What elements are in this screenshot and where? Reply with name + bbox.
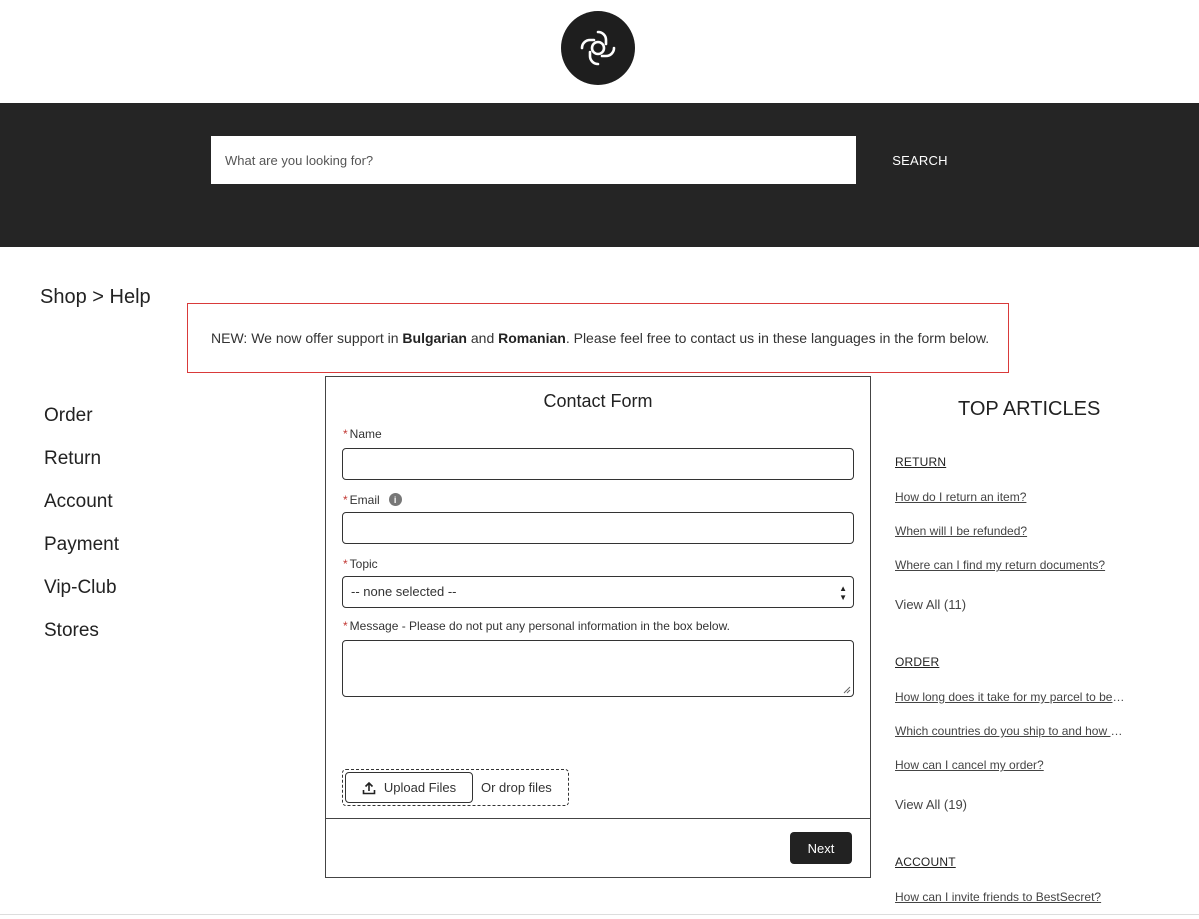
top-articles-title: TOP ARTICLES xyxy=(958,398,1101,420)
article-link[interactable]: How long does it take for my parcel to b… xyxy=(895,690,1127,704)
upload-files-button[interactable]: Upload Files xyxy=(345,772,473,803)
breadcrumb: Shop > Help xyxy=(40,286,151,308)
article-link[interactable]: When will I be refunded? xyxy=(895,524,1127,538)
resize-grip-icon[interactable] xyxy=(843,686,851,694)
message-label: * Message - Please do not put any persona… xyxy=(343,619,730,633)
notice-text: NEW: We now offer support in Bulgarian a… xyxy=(211,330,989,346)
email-field[interactable] xyxy=(342,512,854,544)
language-notice: NEW: We now offer support in Bulgarian a… xyxy=(187,303,1009,373)
upload-icon xyxy=(362,781,376,794)
contact-form-title: Contact Form xyxy=(543,391,653,411)
side-nav-item-account[interactable]: Account xyxy=(44,489,119,532)
notice-suffix: . Please feel free to contact us in thes… xyxy=(565,330,990,346)
name-label: * Name xyxy=(343,427,382,441)
search-button[interactable]: SEARCH xyxy=(884,136,956,184)
next-button[interactable]: Next xyxy=(790,832,852,864)
name-field[interactable] xyxy=(342,448,854,480)
email-label-text: Email xyxy=(349,493,380,507)
required-marker: * xyxy=(343,619,348,633)
view-all-order[interactable]: View All (19) xyxy=(895,797,967,812)
notice-middle: and xyxy=(467,330,499,346)
notice-prefix: NEW: We now offer support in xyxy=(211,330,403,346)
article-link[interactable]: How can I cancel my order? xyxy=(895,758,1127,772)
help-side-nav: Order Return Account Payment Vip-Club St… xyxy=(44,403,119,661)
topic-label: * Topic xyxy=(343,557,378,571)
info-icon[interactable]: i xyxy=(388,493,402,507)
article-link[interactable]: Where can I find my return documents? xyxy=(895,558,1127,572)
article-link[interactable]: How can I invite friends to BestSecret? xyxy=(895,890,1127,904)
side-nav-item-vip-club[interactable]: Vip-Club xyxy=(44,575,119,618)
required-marker: * xyxy=(343,427,348,441)
side-nav-item-payment[interactable]: Payment xyxy=(44,532,119,575)
article-link[interactable]: Which countries do you ship to and how m… xyxy=(895,724,1127,738)
upload-files-label: Upload Files xyxy=(383,780,457,795)
message-textarea[interactable] xyxy=(342,640,854,697)
message-label-text: Message - Please do not put any personal… xyxy=(349,619,730,633)
topic-selected-value: -- none selected -- xyxy=(351,584,457,599)
brand-knot-logo-icon xyxy=(580,30,616,66)
file-drop-zone[interactable]: Upload Files Or drop files xyxy=(342,769,569,806)
contact-form: Contact Form * Name * Email i * Topic -- non… xyxy=(325,376,871,878)
required-marker: * xyxy=(343,557,348,571)
side-nav-item-return[interactable]: Return xyxy=(44,446,119,489)
topic-select[interactable]: -- none selected -- ▲ ▼ xyxy=(342,576,854,608)
view-all-return[interactable]: View All (11) xyxy=(895,597,966,612)
logo-bar xyxy=(0,0,1199,103)
topic-label-text: Topic xyxy=(349,557,378,571)
article-link[interactable]: How do I return an item? xyxy=(895,490,1127,504)
select-arrows-icon: ▲ ▼ xyxy=(839,584,847,602)
article-category-account[interactable]: ACCOUNT xyxy=(895,855,956,869)
article-category-return[interactable]: RETURN xyxy=(895,455,946,469)
page-bottom-divider xyxy=(0,914,1199,915)
required-marker: * xyxy=(343,493,348,507)
name-label-text: Name xyxy=(349,427,382,441)
article-category-order[interactable]: ORDER xyxy=(895,655,939,669)
notice-language-bulgarian: Bulgarian xyxy=(402,330,467,346)
drop-files-label: Or drop files xyxy=(481,780,552,795)
side-nav-item-stores[interactable]: Stores xyxy=(44,618,119,661)
form-footer-divider xyxy=(326,818,870,819)
notice-language-romanian: Romanian xyxy=(498,330,566,346)
search-band: SEARCH xyxy=(0,103,1199,247)
email-label: * Email i xyxy=(343,493,402,507)
brand-logo[interactable] xyxy=(561,11,635,85)
search-input[interactable] xyxy=(211,136,856,184)
side-nav-item-order[interactable]: Order xyxy=(44,403,119,446)
